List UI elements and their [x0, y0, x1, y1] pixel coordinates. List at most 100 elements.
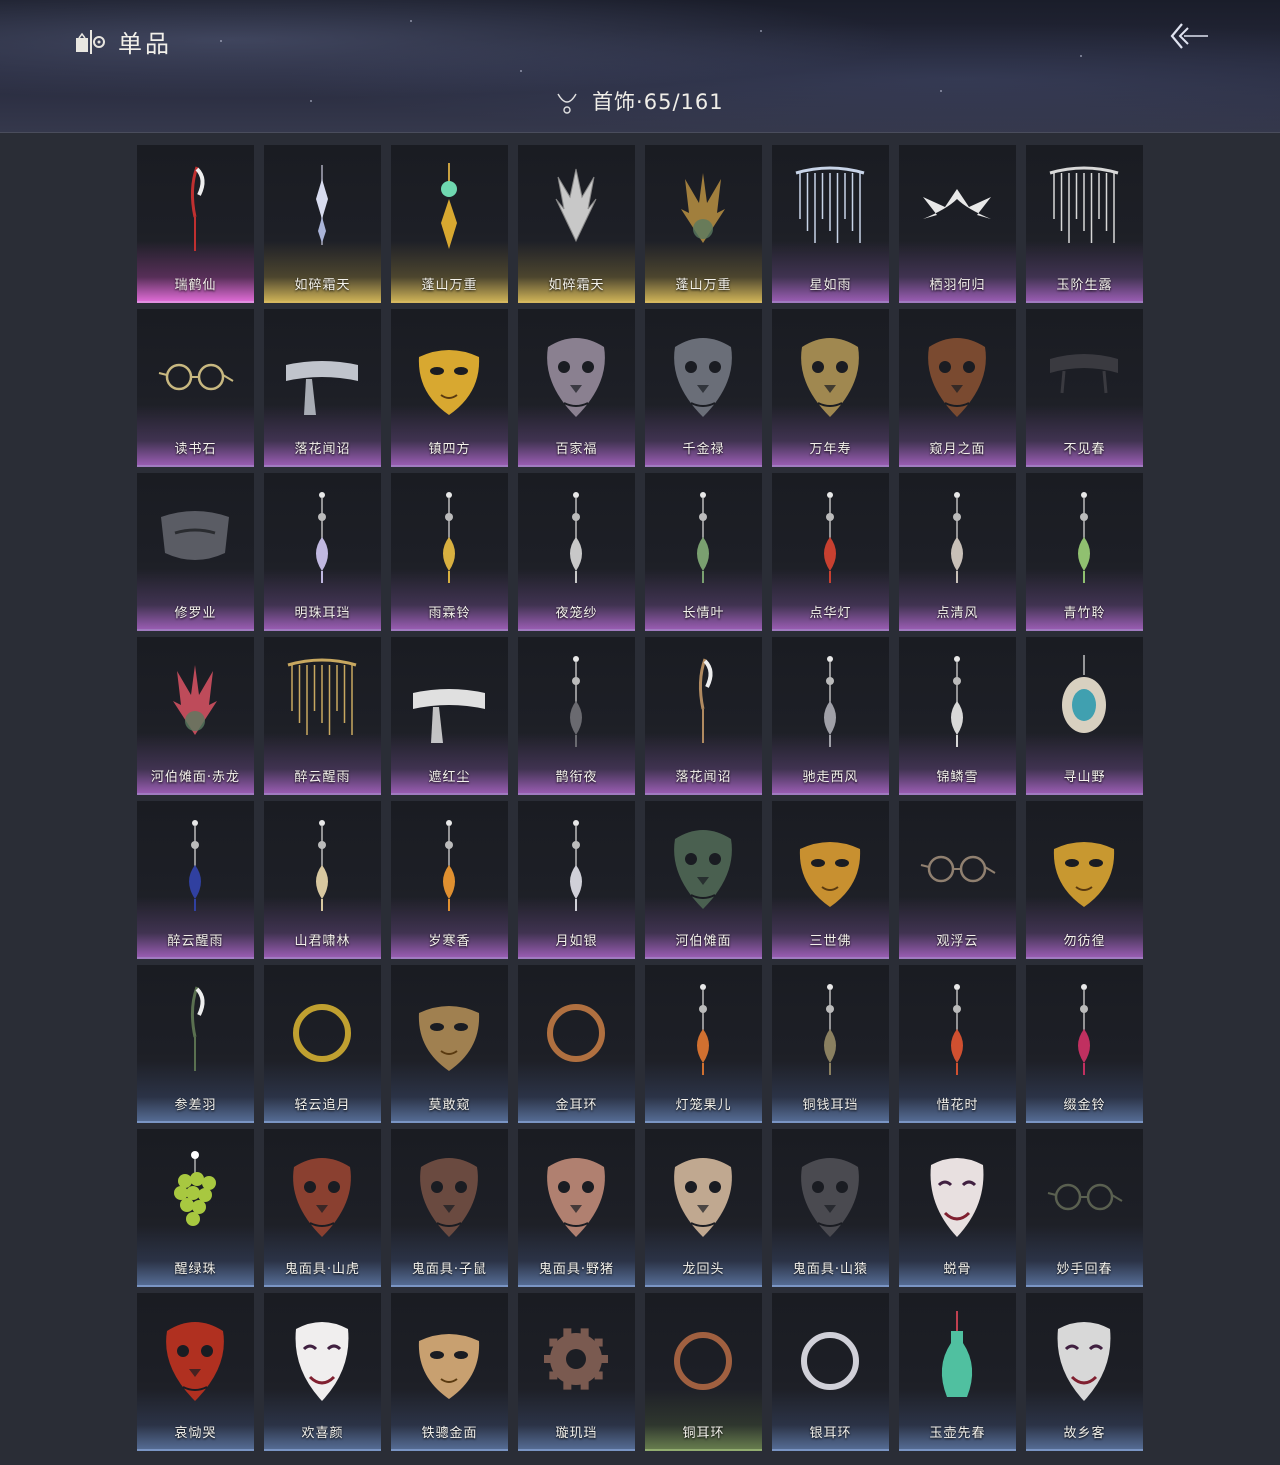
item-card[interactable]: 灯笼果儿 [645, 965, 762, 1123]
item-card[interactable]: 璇玑珰 [518, 1293, 635, 1451]
item-card[interactable]: 鬼面具·野猪 [518, 1129, 635, 1287]
item-card[interactable]: 落花闻诏 [645, 637, 762, 795]
item-name: 百家福 [555, 442, 598, 457]
item-card[interactable]: 万年寿 [772, 309, 889, 467]
item-card[interactable]: 蓬山万重 [391, 145, 508, 303]
item-card[interactable]: 遮红尘 [391, 637, 508, 795]
earring-icon [1078, 492, 1090, 583]
item-card[interactable]: 点华灯 [772, 473, 889, 631]
item-card[interactable]: 铜耳环 [645, 1293, 762, 1451]
item-name: 玉壶先春 [929, 1426, 986, 1441]
item-card[interactable]: 玉阶生露 [1026, 145, 1143, 303]
item-card[interactable]: 不见春 [1026, 309, 1143, 467]
back-button[interactable] [1166, 18, 1210, 54]
item-card[interactable]: 如碎霜天 [264, 145, 381, 303]
earring-icon [1078, 984, 1090, 1075]
earring-icon [570, 492, 582, 583]
pendant-icon [1062, 655, 1106, 733]
item-card[interactable]: 铜钱耳珰 [772, 965, 889, 1123]
item-card[interactable]: 夜笼纱 [518, 473, 635, 631]
item-card[interactable]: 观浮云 [899, 801, 1016, 959]
vase-icon [941, 1311, 973, 1397]
earring-icon [697, 492, 709, 583]
item-card[interactable]: 点清风 [899, 473, 1016, 631]
item-card[interactable]: 河伯傩面·赤龙 [137, 637, 254, 795]
item-name: 玉阶生露 [1056, 278, 1113, 293]
item-card[interactable]: 妙手回春 [1026, 1129, 1143, 1287]
white-mask-icon [930, 1158, 984, 1237]
item-card[interactable]: 欢喜颜 [264, 1293, 381, 1451]
item-card[interactable]: 落花闻诏 [264, 309, 381, 467]
item-card[interactable]: 铁骢金面 [391, 1293, 508, 1451]
item-name: 铁骢金面 [421, 1426, 478, 1441]
item-card[interactable]: 故乡客 [1026, 1293, 1143, 1451]
item-card[interactable]: 鬼面具·山虎 [264, 1129, 381, 1287]
item-card[interactable]: 寻山野 [1026, 637, 1143, 795]
item-name: 镇四方 [428, 442, 471, 457]
necklace-icon [557, 93, 577, 114]
item-card[interactable]: 岁寒香 [391, 801, 508, 959]
item-card[interactable]: 参差羽 [137, 965, 254, 1123]
item-card[interactable]: 醉云醒雨 [137, 801, 254, 959]
item-card[interactable]: 蓬山万重 [645, 145, 762, 303]
item-name: 星如雨 [809, 278, 852, 293]
item-card[interactable]: 镇四方 [391, 309, 508, 467]
item-card[interactable]: 修罗业 [137, 473, 254, 631]
item-card[interactable]: 长情叶 [645, 473, 762, 631]
earring-icon [316, 492, 328, 583]
item-card[interactable]: 月如银 [518, 801, 635, 959]
item-name: 璇玑珰 [555, 1426, 598, 1441]
item-name: 岁寒香 [428, 934, 471, 949]
item-card[interactable]: 栖羽何归 [899, 145, 1016, 303]
gold-mask-icon [418, 1334, 480, 1399]
ring-icon [293, 1004, 351, 1062]
item-card[interactable]: 锦鳞雪 [899, 637, 1016, 795]
earring-icon [951, 984, 963, 1075]
item-name: 铜钱耳珰 [802, 1098, 859, 1113]
item-card[interactable]: 金耳环 [518, 965, 635, 1123]
item-card[interactable]: 惜花时 [899, 965, 1016, 1123]
item-card[interactable]: 青竹聆 [1026, 473, 1143, 631]
gold-mask-icon [418, 1006, 480, 1071]
item-card[interactable]: 瑞鹤仙 [137, 145, 254, 303]
item-card[interactable]: 莫敢窥 [391, 965, 508, 1123]
item-name: 蓬山万重 [421, 278, 478, 293]
item-name: 轻云追月 [294, 1098, 351, 1113]
item-card[interactable]: 读书石 [137, 309, 254, 467]
item-card[interactable]: 银耳环 [772, 1293, 889, 1451]
item-card[interactable]: 玉壶先春 [899, 1293, 1016, 1451]
item-card[interactable]: 醉云醒雨 [264, 637, 381, 795]
item-card[interactable]: 醒绿珠 [137, 1129, 254, 1287]
item-card[interactable]: 鬼面具·子鼠 [391, 1129, 508, 1287]
item-card[interactable]: 窥月之面 [899, 309, 1016, 467]
item-name: 落花闻诏 [675, 770, 732, 785]
earring-icon [824, 656, 836, 747]
item-name: 河伯傩面 [675, 934, 732, 949]
item-card[interactable]: 轻云追月 [264, 965, 381, 1123]
item-card[interactable]: 鬼面具·山猿 [772, 1129, 889, 1287]
item-name: 观浮云 [936, 934, 979, 949]
item-card[interactable]: 百家福 [518, 309, 635, 467]
item-card[interactable]: 龙回头 [645, 1129, 762, 1287]
page-title: 单品 [74, 24, 172, 59]
item-card[interactable]: 蜕骨 [899, 1129, 1016, 1287]
item-card[interactable]: 河伯傩面 [645, 801, 762, 959]
item-card[interactable]: 哀恸哭 [137, 1293, 254, 1451]
ring-icon [547, 1004, 605, 1062]
item-card[interactable]: 如碎霜天 [518, 145, 635, 303]
item-card[interactable]: 星如雨 [772, 145, 889, 303]
item-name: 栖羽何归 [929, 278, 986, 293]
item-card[interactable]: 缀金铃 [1026, 965, 1143, 1123]
item-card[interactable]: 雨霖铃 [391, 473, 508, 631]
item-card[interactable]: 三世佛 [772, 801, 889, 959]
item-card[interactable]: 千金禄 [645, 309, 762, 467]
item-card[interactable]: 鹊衔夜 [518, 637, 635, 795]
item-card[interactable]: 勿彷徨 [1026, 801, 1143, 959]
item-name: 铜耳环 [682, 1426, 725, 1441]
item-card[interactable]: 驰走西风 [772, 637, 889, 795]
item-card[interactable]: 山君啸林 [264, 801, 381, 959]
item-name: 驰走西风 [802, 770, 859, 785]
item-card[interactable]: 明珠耳珰 [264, 473, 381, 631]
item-name: 万年寿 [809, 442, 852, 457]
leaf-crown-icon [173, 665, 217, 735]
